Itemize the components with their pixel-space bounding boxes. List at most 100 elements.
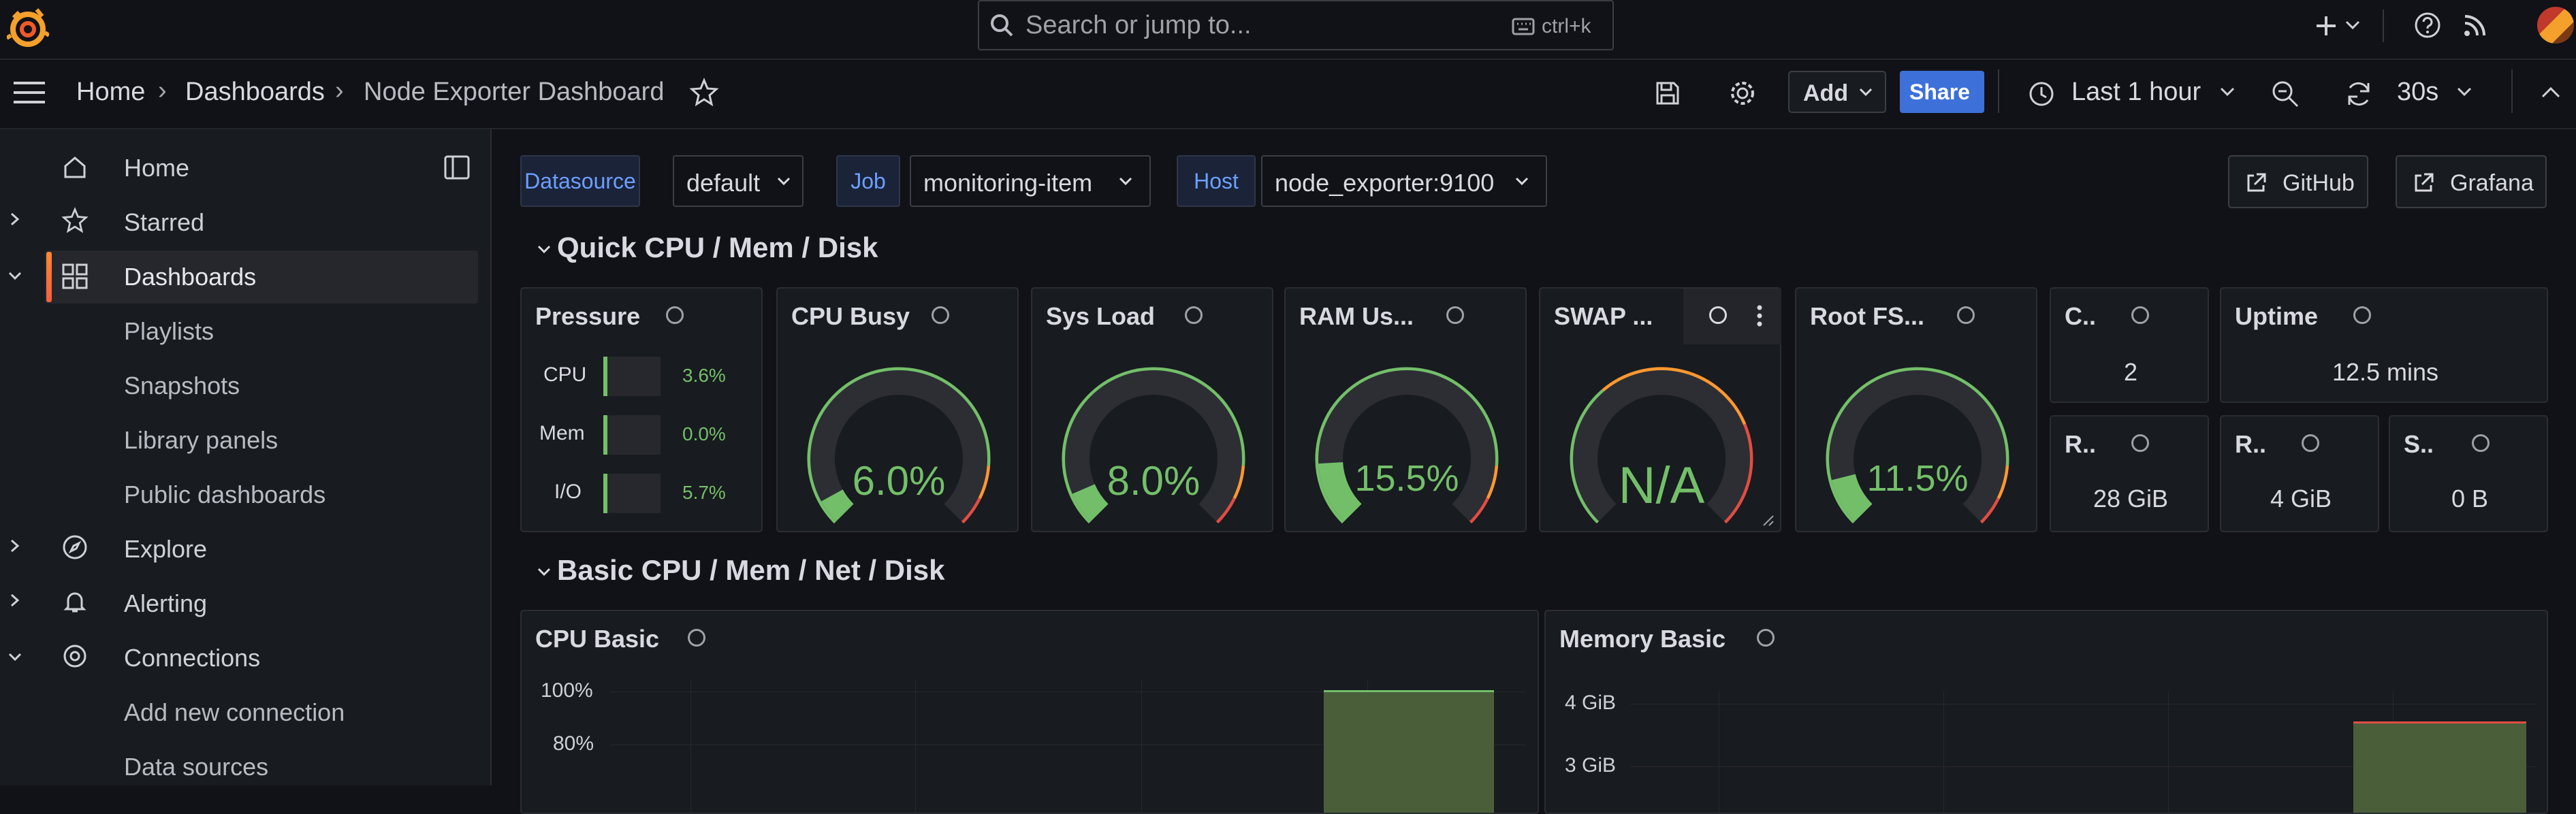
github-link-button[interactable]: GitHub [2228, 155, 2368, 208]
menu-icon[interactable] [12, 79, 46, 106]
kebab-menu-icon[interactable] [1755, 304, 1764, 328]
panel-cpu-basic[interactable]: CPU Basic 100% 80% [520, 610, 1539, 814]
chevron-down-icon[interactable] [2455, 84, 2473, 99]
variable-label-host: Host [1177, 155, 1256, 207]
info-icon[interactable] [1957, 306, 1975, 324]
info-icon[interactable] [2131, 434, 2149, 452]
refresh-icon[interactable] [2344, 79, 2374, 109]
info-icon[interactable] [666, 306, 684, 324]
sidebar-item-add-new-connection[interactable]: Add new connection [124, 698, 345, 727]
panel-title: C.. [2065, 302, 2097, 330]
stat-value: 28 GiB [2093, 485, 2169, 512]
info-icon[interactable] [1757, 629, 1775, 647]
info-icon[interactable] [2131, 306, 2149, 324]
chevron-down-icon[interactable] [2344, 18, 2362, 33]
pressure-bar [603, 415, 661, 455]
sidebar-item-starred[interactable]: Starred [124, 208, 204, 237]
grid-line [1943, 691, 1944, 813]
add-button[interactable]: Add [1788, 71, 1886, 113]
info-icon[interactable] [2472, 434, 2490, 452]
datasource-select[interactable]: default [673, 155, 804, 207]
sidebar-item-public-dashboards[interactable]: Public dashboards [124, 481, 325, 509]
pressure-label: Mem [539, 422, 585, 444]
sidebar-item-library-panels[interactable]: Library panels [124, 426, 278, 455]
chevron-down-icon[interactable] [7, 651, 23, 664]
sidebar-item-connections[interactable]: Connections [124, 644, 260, 672]
panel-uptime[interactable]: Uptime 12.5 mins [2220, 287, 2548, 403]
sidebar-item-alerting[interactable]: Alerting [124, 589, 207, 618]
bell-icon [61, 588, 89, 615]
row-title-quick[interactable]: Quick CPU / Mem / Disk [557, 231, 878, 264]
active-indicator [46, 252, 52, 302]
search-icon [989, 12, 1016, 39]
grafana-link-button[interactable]: Grafana [2396, 155, 2547, 208]
search-box[interactable]: Search or jump to... ctrl+k [978, 0, 1614, 50]
gauge-value: 15.5% [1354, 458, 1459, 499]
breadcrumb-dashboards[interactable]: Dashboards [185, 78, 325, 107]
share-button[interactable]: Share [1900, 71, 1984, 113]
info-icon[interactable] [2353, 306, 2371, 324]
pressure-bar [603, 357, 661, 396]
sidebar-item-dashboards-bg[interactable] [45, 250, 478, 304]
panel-ram-total[interactable]: R.. 4 GiB [2220, 415, 2379, 532]
plus-icon[interactable] [2312, 12, 2340, 39]
refresh-interval-picker[interactable]: 30s [2397, 78, 2438, 107]
panel-cpu-busy[interactable]: CPU Busy 6.0% [776, 287, 1019, 532]
row-title-basic[interactable]: Basic CPU / Mem / Net / Disk [557, 554, 945, 587]
help-icon[interactable] [2413, 11, 2442, 39]
host-select[interactable]: node_exporter:9100 [1261, 155, 1547, 207]
sidebar-item-explore[interactable]: Explore [124, 535, 207, 564]
resize-handle-icon[interactable] [1761, 513, 1775, 527]
sidebar-item-snapshots[interactable]: Snapshots [124, 372, 240, 400]
sidebar-item-data-sources[interactable]: Data sources [124, 753, 268, 781]
panel-ram-used[interactable]: RAM Us... 15.5% [1284, 287, 1527, 532]
grafana-logo-icon[interactable] [7, 5, 49, 50]
sidebar-item-playlists[interactable]: Playlists [124, 317, 214, 346]
panel-memory-basic[interactable]: Memory Basic 4 GiB 3 GiB [1544, 610, 2548, 814]
zoom-out-icon[interactable] [2270, 79, 2300, 109]
panel-root-fs[interactable]: Root FS... 11.5% [1795, 287, 2037, 532]
info-icon[interactable] [1446, 306, 1464, 324]
panel-cpu-cores[interactable]: C.. 2 [2050, 287, 2209, 403]
info-icon[interactable] [2302, 434, 2319, 452]
panel-header-actions [1683, 289, 1781, 344]
panel-swap-used[interactable]: SWAP ... N/A [1539, 287, 1781, 532]
panel-rootfs-total[interactable]: R.. 28 GiB [2050, 415, 2209, 532]
info-icon[interactable] [932, 306, 949, 324]
chevron-down-icon[interactable] [537, 244, 552, 256]
sidebar-item-home[interactable]: Home [124, 154, 189, 182]
chevron-down-icon [1514, 176, 1529, 188]
save-icon[interactable] [1653, 79, 1682, 108]
chevron-up-icon[interactable] [2540, 83, 2562, 101]
top-bar: Search or jump to... ctrl+k [0, 0, 2576, 60]
job-select[interactable]: monitoring-item [910, 155, 1151, 207]
chevron-right-icon[interactable] [8, 592, 22, 608]
star-icon[interactable] [689, 78, 719, 108]
info-icon[interactable] [1185, 306, 1203, 324]
sidebar: Home Starred Dashboards Playlists Snapsh… [0, 129, 492, 785]
info-icon[interactable] [688, 629, 705, 647]
panel-pressure[interactable]: Pressure CPU 3.6% Mem 0.0% I/O 5.7% [520, 287, 763, 532]
pressure-label: I/O [554, 481, 582, 503]
rss-icon[interactable] [2461, 12, 2488, 39]
clock-icon[interactable] [2028, 80, 2055, 108]
panel-swap-total[interactable]: S.. 0 B [2389, 415, 2548, 532]
info-icon[interactable] [1709, 306, 1727, 324]
gauge-value: 6.0% [852, 458, 946, 504]
chevron-down-icon[interactable] [537, 566, 552, 579]
pressure-value: 3.6% [682, 365, 726, 386]
y-tick-label: 100% [541, 679, 593, 702]
time-range-picker[interactable]: Last 1 hour [2071, 78, 2201, 107]
sidebar-item-dashboards[interactable]: Dashboards [124, 263, 256, 291]
y-tick-label: 80% [553, 732, 594, 755]
panel-title: Root FS... [1810, 302, 1924, 330]
panel-sys-load[interactable]: Sys Load 8.0% [1031, 287, 1273, 532]
settings-gear-icon[interactable] [1728, 79, 1757, 108]
user-avatar[interactable] [2537, 7, 2574, 44]
chevron-right-icon[interactable] [8, 538, 22, 554]
dock-menu-icon[interactable] [444, 155, 470, 180]
chevron-down-icon[interactable] [2219, 84, 2236, 99]
breadcrumb-home[interactable]: Home [76, 78, 145, 107]
chevron-right-icon[interactable] [8, 211, 22, 227]
chevron-down-icon[interactable] [7, 270, 23, 283]
